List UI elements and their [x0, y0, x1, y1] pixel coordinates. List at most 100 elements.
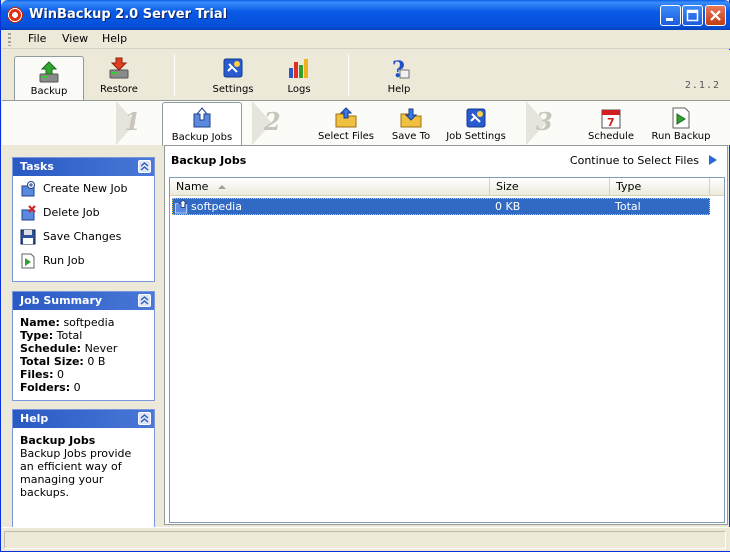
maximize-button[interactable] [682, 5, 703, 26]
menu-help[interactable]: Help [102, 32, 127, 45]
summary-folders-value: 0 [73, 381, 81, 394]
restore-label: Restore [100, 84, 138, 95]
play-arrow-icon[interactable] [709, 155, 717, 165]
restore-button[interactable]: Restore [86, 50, 152, 98]
step-number-1: 1 [124, 107, 141, 136]
app-lifebuoy-icon[interactable] [7, 7, 23, 23]
job-settings-label: Job Settings [446, 131, 506, 142]
run-backup-button[interactable]: Run Backup [648, 103, 714, 145]
table-row[interactable]: softpedia 0 KB Total [172, 198, 710, 215]
summary-name-value: softpedia [63, 316, 115, 329]
backup-job-icon [174, 199, 188, 214]
status-bar [2, 527, 730, 551]
select-files-button[interactable]: Select Files [314, 103, 378, 145]
column-name[interactable]: Name [170, 178, 490, 196]
run-icon [21, 253, 35, 269]
menu-view-label: View [62, 32, 89, 45]
settings-label: Settings [212, 84, 254, 95]
save-to-folder-icon [400, 108, 422, 128]
minimize-button[interactable] [660, 5, 681, 26]
summary-schedule-label: Schedule: [20, 342, 82, 355]
summary-folders: Folders: 0 [13, 381, 154, 394]
summary-name-label: Name: [20, 316, 60, 329]
close-icon [710, 10, 721, 21]
job-summary-box: Job Summary Name: softpedia Type: Total … [12, 291, 155, 401]
menu-grip[interactable] [8, 33, 11, 46]
main-toolbar: Backup Restore Settings Logs ? Help 2.1.… [2, 50, 730, 100]
left-panel: Tasks Create New Job Delete Job Save Cha… [2, 145, 162, 527]
app-window: WinBackup 2.0 Server Trial File View Hel… [0, 0, 730, 552]
row-name: softpedia [191, 200, 242, 213]
settings-button[interactable]: Settings [200, 50, 266, 98]
help-question-icon: ? [392, 57, 410, 80]
logs-label: Logs [287, 84, 311, 95]
task-create-new-job[interactable]: Create New Job [13, 178, 154, 202]
tasks-header[interactable]: Tasks [13, 158, 154, 176]
step-number-3: 3 [536, 107, 553, 136]
summary-size: Total Size: 0 B [13, 355, 154, 368]
job-summary-title: Job Summary [20, 294, 103, 307]
job-summary-collapse-button[interactable] [138, 294, 151, 307]
task-label: Save Changes [43, 230, 122, 243]
status-panel [4, 531, 726, 549]
continue-link[interactable]: Continue to Select Files [570, 154, 699, 167]
row-size: 0 KB [495, 200, 521, 213]
svg-text:7: 7 [607, 116, 615, 129]
summary-schedule: Schedule: Never [13, 342, 154, 355]
logs-chart-icon [289, 59, 308, 78]
backup-jobs-label: Backup Jobs [171, 132, 233, 143]
help-button[interactable]: ? Help [368, 50, 430, 98]
summary-size-label: Total Size: [20, 355, 84, 368]
schedule-label: Schedule [588, 131, 634, 142]
save-to-button[interactable]: Save To [386, 103, 436, 145]
menu-bar: File View Help [2, 30, 730, 49]
column-size[interactable]: Size [490, 178, 610, 196]
help-heading: Backup Jobs [20, 434, 96, 447]
toolbar-separator [174, 54, 175, 96]
menu-view[interactable]: View [62, 32, 88, 45]
run-backup-label: Run Backup [651, 131, 711, 142]
summary-size-value: 0 B [87, 355, 106, 368]
menu-help-label: Help [102, 32, 128, 45]
chevron-up-icon [140, 414, 149, 423]
close-button[interactable] [705, 5, 726, 26]
task-delete-job[interactable]: Delete Job [13, 202, 154, 226]
job-settings-button[interactable]: Job Settings [442, 103, 510, 145]
delete-job-icon [21, 205, 36, 221]
summary-schedule-value: Never [84, 342, 118, 355]
tasks-title: Tasks [20, 160, 54, 173]
help-title: Help [20, 412, 49, 425]
help-collapse-button[interactable] [138, 412, 151, 425]
task-run-job[interactable]: Run Job [13, 250, 154, 274]
minimize-icon [666, 18, 673, 21]
summary-type: Type: Total [13, 329, 154, 342]
content-panel: Backup Jobs Continue to Select Files Nam… [164, 145, 728, 525]
tasks-box: Tasks Create New Job Delete Job Save Cha… [12, 157, 155, 282]
tasks-collapse-button[interactable] [138, 160, 151, 173]
sort-ascending-icon [218, 185, 227, 189]
help-box: Help Backup Jobs Backup Jobs provide an … [12, 409, 155, 527]
logs-button[interactable]: Logs [268, 50, 330, 98]
help-text: Backup Jobs provide an efficient way of … [20, 447, 132, 499]
chevron-up-icon [140, 296, 149, 305]
chevron-up-icon [140, 162, 149, 171]
list-header: Name Size Type [170, 178, 724, 196]
new-job-icon [21, 181, 35, 197]
title-bar[interactable]: WinBackup 2.0 Server Trial [1, 0, 730, 30]
backup-jobs-tab[interactable]: Backup Jobs [162, 102, 242, 146]
save-to-label: Save To [391, 131, 431, 142]
maximize-icon [686, 9, 699, 22]
backup-icon [39, 61, 59, 83]
settings-icon [223, 58, 243, 78]
help-header[interactable]: Help [13, 410, 154, 428]
backup-button[interactable]: Backup [14, 56, 84, 100]
schedule-button[interactable]: 7 Schedule [584, 103, 638, 145]
task-save-changes[interactable]: Save Changes [13, 226, 154, 250]
jobs-list[interactable]: Name Size Type softpedia 0 KB Total [169, 177, 725, 523]
summary-type-value: Total [56, 329, 83, 342]
job-summary-header[interactable]: Job Summary [13, 292, 154, 310]
menu-file[interactable]: File [28, 32, 46, 45]
column-type[interactable]: Type [610, 178, 710, 196]
summary-name: Name: softpedia [13, 316, 154, 329]
column-type-label: Type [616, 180, 642, 193]
